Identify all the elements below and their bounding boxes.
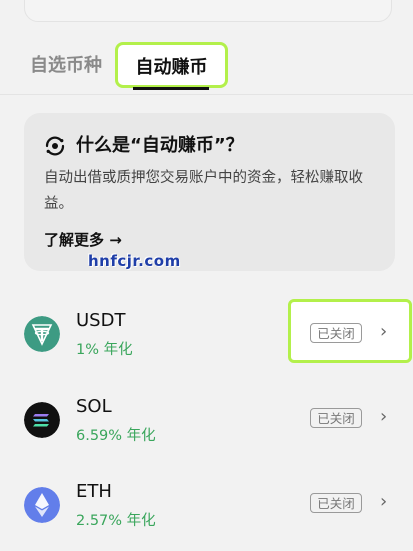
- coin-row-usdt[interactable]: USDT 1% 年化 已关闭 ›: [0, 300, 413, 380]
- tab-watchlist[interactable]: 自选币种: [30, 38, 102, 94]
- eye-refresh-icon: [45, 136, 65, 156]
- chevron-right-icon[interactable]: ›: [380, 406, 387, 427]
- learn-more-link[interactable]: 了解更多 →: [44, 229, 122, 250]
- info-description: 自动出借或质押您交易账户中的资金，轻松赚取收益。: [44, 170, 363, 212]
- coin-name: ETH: [76, 481, 112, 502]
- usdt-icon: [24, 316, 60, 352]
- eth-icon: [24, 487, 60, 523]
- chevron-right-icon[interactable]: ›: [380, 491, 387, 512]
- chevron-right-icon[interactable]: ›: [380, 321, 387, 342]
- status-badge: 已关闭: [310, 493, 362, 513]
- tab-active-indicator: [133, 87, 209, 90]
- coin-apy: 1% 年化: [76, 342, 133, 358]
- info-title: 什么是“自动赚币”？: [76, 135, 244, 156]
- info-card: 什么是“自动赚币”？ 自动出借或质押您交易账户中的资金，轻松赚取收益。 了解更多…: [24, 113, 395, 271]
- coin-row-sol[interactable]: SOL 6.59% 年化 已关闭 ›: [0, 386, 413, 466]
- coin-name: SOL: [76, 396, 112, 417]
- coin-row-eth[interactable]: ETH 2.57% 年化 已关闭 ›: [0, 471, 413, 551]
- coin-apy: 6.59% 年化: [76, 428, 156, 444]
- tab-auto-earn[interactable]: 自动赚币: [115, 42, 228, 88]
- sol-icon: [24, 402, 60, 438]
- top-card: [24, 0, 392, 22]
- coin-name: USDT: [76, 310, 126, 331]
- coin-apy: 2.57% 年化: [76, 513, 156, 529]
- watermark: hnfcjr.com: [88, 252, 181, 270]
- status-badge: 已关闭: [310, 323, 362, 343]
- status-badge: 已关闭: [310, 408, 362, 428]
